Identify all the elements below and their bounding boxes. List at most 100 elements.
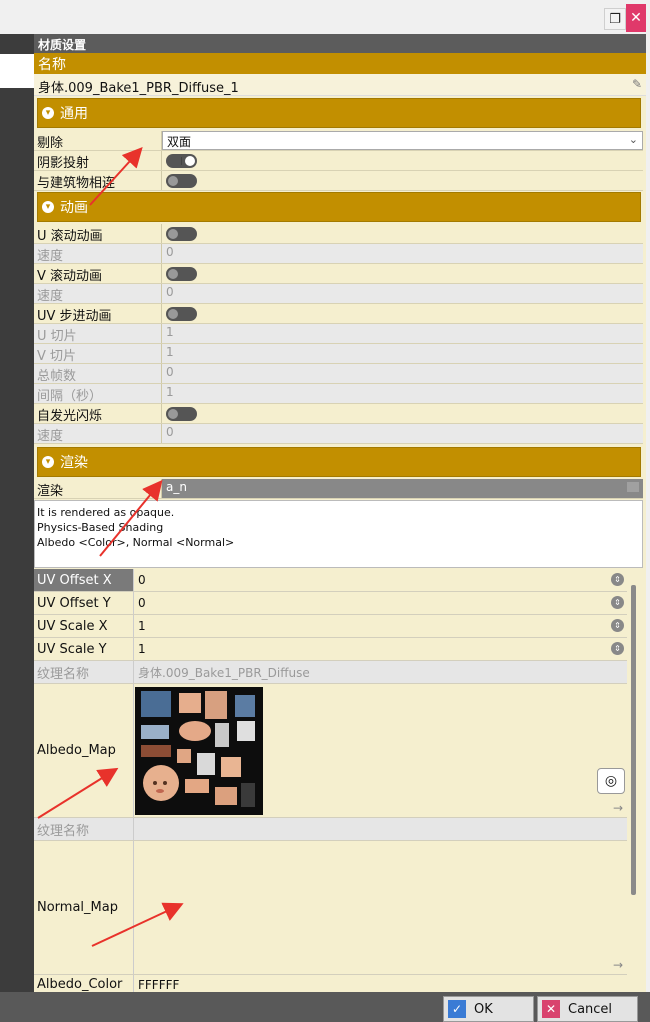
v-slices-field: 1	[166, 345, 174, 359]
shadow-cast-toggle[interactable]	[166, 154, 197, 168]
row-culling: 剔除 双面 ⌄	[34, 131, 643, 151]
row-label: U 滚动动画	[34, 224, 162, 243]
row-label: Albedo_Map	[34, 684, 134, 817]
spinner-icon[interactable]: ⇕	[611, 573, 624, 586]
render-description: It is rendered as opaque. Physics-Based …	[34, 500, 643, 568]
dropdown-button-icon	[627, 482, 639, 492]
row-albedo-color: Albedo_Color FFFFFF	[34, 975, 627, 992]
arrow-right-icon[interactable]: →	[613, 958, 623, 972]
row-u-slices: U 切片 1	[34, 324, 643, 344]
row-label: 速度	[34, 244, 162, 263]
description-line: Physics-Based Shading	[37, 521, 164, 534]
uv-scale-x-field[interactable]: 1 ⇕	[134, 615, 627, 637]
chevron-down-icon: ▾	[42, 201, 54, 213]
albedo-color-field[interactable]: FFFFFF	[134, 975, 627, 992]
spinner-icon[interactable]: ⇕	[611, 619, 624, 632]
spinner-icon[interactable]: ⇕	[611, 642, 624, 655]
description-line: Albedo <Color>, Normal <Normal>	[37, 536, 235, 549]
restore-icon[interactable]: ❐	[604, 8, 626, 30]
close-icon[interactable]: ✕	[626, 4, 646, 32]
panel-title: 材质设置	[34, 34, 646, 53]
description-line: It is rendered as opaque.	[37, 506, 175, 519]
total-frames-field: 0	[166, 365, 174, 379]
row-label: 纹理名称	[34, 818, 134, 840]
left-pane-field	[0, 54, 34, 88]
emissive-blink-toggle[interactable]	[166, 407, 197, 421]
row-emissive-blink: 自发光闪烁	[34, 404, 643, 424]
row-label: UV Scale X	[34, 615, 134, 637]
interval-field: 1	[166, 385, 174, 399]
cancel-button[interactable]: ✕ Cancel	[537, 996, 638, 1022]
render-value: a_n	[166, 480, 187, 494]
uv-offset-x-field[interactable]: 0 ⇕	[134, 569, 627, 591]
row-uv-offset-y: UV Offset Y 0 ⇕	[34, 592, 627, 615]
dropdown-value: 双面	[167, 135, 192, 149]
row-u-speed: 速度 0	[34, 244, 643, 264]
row-label: 间隔（秒）	[34, 384, 162, 403]
chevron-down-icon: ⌄	[628, 133, 638, 146]
texture-name-field: 身体.009_Bake1_PBR_Diffuse	[134, 661, 627, 683]
ok-label: OK	[474, 1001, 493, 1017]
row-v-speed: 速度 0	[34, 284, 643, 304]
row-label: 阴影投射	[34, 151, 162, 170]
scrollbar[interactable]	[631, 585, 636, 895]
u-scroll-toggle[interactable]	[166, 227, 197, 241]
texture-properties-grid: UV Offset X 0 ⇕ UV Offset Y 0 ⇕ UV Scale X 1 ⇕…	[34, 569, 627, 992]
normal-map-slot[interactable]: →	[134, 841, 627, 974]
attach-building-toggle[interactable]	[166, 174, 197, 188]
section-general-label: 通用	[60, 106, 88, 122]
render-dropdown[interactable]: a_n	[162, 479, 643, 498]
row-u-scroll: U 滚动动画	[34, 224, 643, 244]
section-animation[interactable]: ▾ 动画	[37, 192, 641, 222]
row-label: 剔除	[34, 131, 162, 150]
section-general[interactable]: ▾ 通用	[37, 98, 641, 128]
name-field[interactable]: 身体.009_Bake1_PBR_Diffuse_1 ✎	[34, 74, 646, 96]
row-label: V 滚动动画	[34, 264, 162, 283]
u-slices-field: 1	[166, 325, 174, 339]
row-texture-name: 纹理名称 身体.009_Bake1_PBR_Diffuse	[34, 661, 627, 684]
row-label: 纹理名称	[34, 661, 134, 683]
row-total-frames: 总帧数 0	[34, 364, 643, 384]
row-blink-speed: 速度 0	[34, 424, 643, 444]
section-render[interactable]: ▾ 渲染	[37, 447, 641, 477]
albedo-texture-thumbnail[interactable]	[135, 687, 263, 815]
row-uv-step: UV 步进动画	[34, 304, 643, 324]
v-scroll-toggle[interactable]	[166, 267, 197, 281]
row-label: Albedo_Color	[34, 975, 134, 992]
uv-step-toggle[interactable]	[166, 307, 197, 321]
texture-picker-icon[interactable]: ◎	[597, 768, 625, 794]
section-animation-label: 动画	[60, 200, 88, 216]
row-shadow-cast: 阴影投射	[34, 151, 643, 171]
row-attach-building: 与建筑物相连	[34, 171, 643, 191]
row-uv-offset-x: UV Offset X 0 ⇕	[34, 569, 627, 592]
uv-scale-y-field[interactable]: 1 ⇕	[134, 638, 627, 660]
x-icon: ✕	[542, 1000, 560, 1018]
uv-offset-y-field[interactable]: 0 ⇕	[134, 592, 627, 614]
name-header: 名称	[34, 53, 646, 74]
row-label: 自发光闪烁	[34, 404, 162, 423]
row-uv-scale-y: UV Scale Y 1 ⇕	[34, 638, 627, 661]
ok-button[interactable]: ✓ OK	[443, 996, 534, 1022]
row-label: 与建筑物相连	[34, 171, 162, 190]
row-albedo-map: Albedo_Map ◎ →	[34, 684, 627, 818]
cancel-label: Cancel	[568, 1001, 613, 1017]
row-label: U 切片	[34, 324, 162, 343]
chevron-down-icon: ▾	[42, 456, 54, 468]
culling-dropdown[interactable]: 双面 ⌄	[162, 131, 643, 150]
row-label: 速度	[34, 424, 162, 443]
row-label: UV Offset X	[34, 569, 134, 591]
spinner-icon[interactable]: ⇕	[611, 596, 624, 609]
material-settings-panel: 材质设置 名称 身体.009_Bake1_PBR_Diffuse_1 ✎ ▾ 通用 …	[34, 34, 646, 992]
row-label: 总帧数	[34, 364, 162, 383]
row-render: 渲染 a_n	[34, 479, 643, 499]
row-normal-map: Normal_Map →	[34, 841, 627, 975]
row-label: UV Offset Y	[34, 592, 134, 614]
u-speed-field: 0	[166, 245, 174, 259]
arrow-right-icon[interactable]: →	[613, 801, 623, 815]
window-titlebar	[0, 0, 650, 34]
row-v-scroll: V 滚动动画	[34, 264, 643, 284]
texture-name-field-2	[134, 818, 627, 840]
pencil-icon[interactable]: ✎	[632, 77, 642, 91]
chevron-down-icon: ▾	[42, 107, 54, 119]
left-pane	[0, 34, 34, 992]
